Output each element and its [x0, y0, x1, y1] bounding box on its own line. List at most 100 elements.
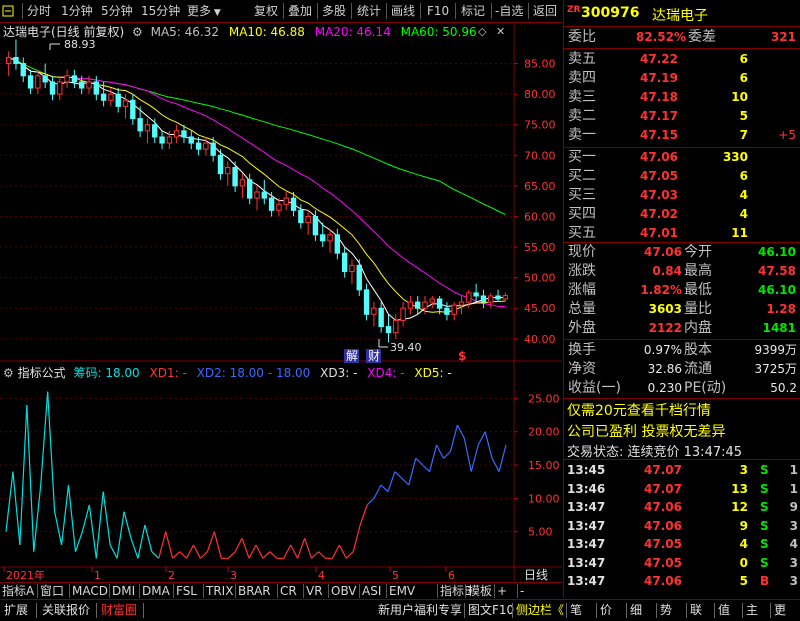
- status-right-item[interactable]: 主: [746, 602, 758, 619]
- status-right-item[interactable]: 价: [600, 602, 612, 619]
- candle-body: [349, 264, 355, 272]
- indicator-line-segment: [102, 491, 111, 546]
- toolbar-restore-rights[interactable]: 复权: [254, 3, 278, 19]
- ask-price: 47.17: [640, 109, 678, 123]
- indicator-tab[interactable]: TRIX: [206, 583, 233, 599]
- trade-row[interactable]: 13:47 47.05 0 S 3: [564, 554, 800, 572]
- status-right-item[interactable]: 势: [660, 602, 672, 619]
- status-right-item[interactable]: 值: [718, 602, 730, 619]
- stat-value: 1.28: [766, 302, 796, 316]
- settings-icon[interactable]: ⚙: [132, 25, 143, 39]
- indicator-tab[interactable]: ASI: [362, 583, 381, 599]
- trade-price: 47.05: [644, 555, 682, 570]
- toolbar-draw-line[interactable]: 画线: [391, 3, 415, 19]
- diamond-icon[interactable]: ◇: [478, 25, 486, 38]
- indicator-tab[interactable]: -: [520, 583, 524, 599]
- status-left-item[interactable]: 扩展: [4, 602, 28, 619]
- close-icon[interactable]: ✕: [496, 25, 505, 38]
- indicator-tab[interactable]: EMV: [389, 583, 415, 599]
- kline-chart[interactable]: 85.0080.0075.0070.0065.0060.0055.0050.00…: [0, 23, 562, 582]
- trade-row[interactable]: 13:45 47.07 3 S 1: [564, 461, 800, 479]
- bid-price: 47.05: [640, 169, 678, 183]
- date-tick-label: 5: [392, 569, 399, 582]
- ask-row[interactable]: 卖一 47.15 7 +5: [564, 126, 800, 145]
- ask-row[interactable]: 卖四 47.19 6: [564, 69, 800, 88]
- toolbar-1min[interactable]: 1分钟: [61, 3, 93, 19]
- company-profile-note[interactable]: 公司已盈利 投票权无差异: [567, 421, 725, 441]
- toolbar-timeshare[interactable]: 分时: [27, 3, 51, 19]
- dividend-event-marker[interactable]: $: [458, 349, 466, 363]
- indicator-tab[interactable]: CR: [280, 583, 297, 599]
- trade-row[interactable]: 13:47 47.05 4 S 4: [564, 535, 800, 553]
- candle-body: [320, 234, 326, 242]
- tab-divider: [437, 584, 438, 598]
- bid-price: 47.03: [640, 188, 678, 202]
- toolbar-15min[interactable]: 15分钟: [141, 3, 180, 19]
- toolbar-f10[interactable]: F10: [427, 3, 449, 19]
- indicator-tab[interactable]: OBV: [331, 583, 357, 599]
- level2-promo-link[interactable]: 仅需20元查看千档行情: [567, 400, 711, 420]
- status-left-item[interactable]: 财富圈: [101, 602, 137, 619]
- bid-row[interactable]: 买四 47.02 4: [564, 205, 800, 224]
- candle-body: [144, 124, 151, 132]
- chart-area[interactable]: 85.00 80.00 75.00 70.00 65.00 60.00 55.00 50.00…: [0, 23, 562, 598]
- indicator-tab[interactable]: DMA: [142, 583, 170, 599]
- order-ratio-value: 82.52%: [636, 30, 686, 44]
- toolbar-overlay[interactable]: 叠加: [288, 3, 312, 19]
- toolbar-pin-icon[interactable]: [2, 5, 14, 21]
- ask-row[interactable]: 卖五 47.22 6: [564, 50, 800, 69]
- indicator-tab[interactable]: 模板: [468, 583, 492, 599]
- indicator-settings-icon[interactable]: ⚙: [3, 366, 14, 380]
- indicator-tab[interactable]: +: [497, 583, 507, 599]
- indicator-line-segment: [165, 531, 174, 559]
- toolbar-add-watchlist[interactable]: -自选: [495, 3, 523, 19]
- indicator-tab[interactable]: DMI: [112, 583, 135, 599]
- tab-divider: [69, 584, 70, 598]
- bid-row[interactable]: 买一 47.06 330: [564, 148, 800, 167]
- status-right-item[interactable]: 侧边栏《: [516, 602, 564, 619]
- bid-row[interactable]: 买五 47.01 11: [564, 224, 800, 243]
- bid-volume: 11: [731, 226, 748, 240]
- status-right-item[interactable]: 新用户福利专享: [378, 602, 462, 619]
- candle-body: [181, 130, 187, 138]
- tab-divider: [386, 584, 387, 598]
- status-right-item[interactable]: 更: [774, 602, 786, 619]
- trade-row[interactable]: 13:46 47.07 13 S 1: [564, 480, 800, 498]
- bid-row[interactable]: 买三 47.03 4: [564, 186, 800, 205]
- bid-row[interactable]: 买二 47.05 6: [564, 167, 800, 186]
- toolbar-mark[interactable]: 标记: [461, 3, 485, 19]
- toolbar-multi-stock[interactable]: 多股: [322, 3, 346, 19]
- trade-price: 47.06: [644, 500, 682, 514]
- toolbar-stats[interactable]: 统计: [357, 3, 381, 19]
- toolbar-back[interactable]: 返回: [533, 3, 557, 19]
- candle-body: [79, 81, 85, 89]
- indicator-line-segment: [179, 551, 187, 559]
- indicator-line-segment: [200, 551, 208, 559]
- indicator-title[interactable]: 指标公式: [18, 366, 66, 380]
- status-right-item[interactable]: 图文F10: [468, 602, 514, 619]
- trade-row[interactable]: 13:47 47.06 5 B 3: [564, 572, 800, 590]
- indicator-tab[interactable]: MACD: [72, 583, 108, 599]
- indicator-tab[interactable]: BRAR: [238, 583, 271, 599]
- indicator-line-segment: [172, 551, 181, 559]
- indicator-tab[interactable]: 窗口: [40, 583, 64, 599]
- bid-level-label: 买二: [568, 168, 596, 184]
- indicator-tab[interactable]: VR: [306, 583, 323, 599]
- stat-label: 总量: [568, 301, 596, 317]
- trade-row[interactable]: 13:47 47.06 12 S 9: [564, 498, 800, 516]
- panel-divider: [564, 339, 800, 340]
- status-right-item[interactable]: 联: [690, 602, 702, 619]
- stock-header: ZR 300976 达瑞电子: [564, 2, 800, 24]
- ask-row[interactable]: 卖二 47.17 5: [564, 107, 800, 126]
- ask-row[interactable]: 卖三 47.18 10: [564, 88, 800, 107]
- indicator-tab[interactable]: FSL: [176, 583, 197, 599]
- indicator-tab[interactable]: 指标A: [2, 583, 34, 599]
- trade-row[interactable]: 13:47 47.06 9 S 3: [564, 517, 800, 535]
- status-right-item[interactable]: 细: [630, 602, 642, 619]
- tab-divider: [139, 584, 140, 598]
- toolbar-5min[interactable]: 5分钟: [101, 3, 133, 19]
- status-right-item[interactable]: 笔: [570, 602, 582, 619]
- status-left-item[interactable]: 关联报价: [42, 602, 90, 619]
- toolbar-more[interactable]: 更多 ▼: [187, 3, 221, 19]
- fundamental-row: 净资 32.86 流通 3725万: [564, 360, 800, 379]
